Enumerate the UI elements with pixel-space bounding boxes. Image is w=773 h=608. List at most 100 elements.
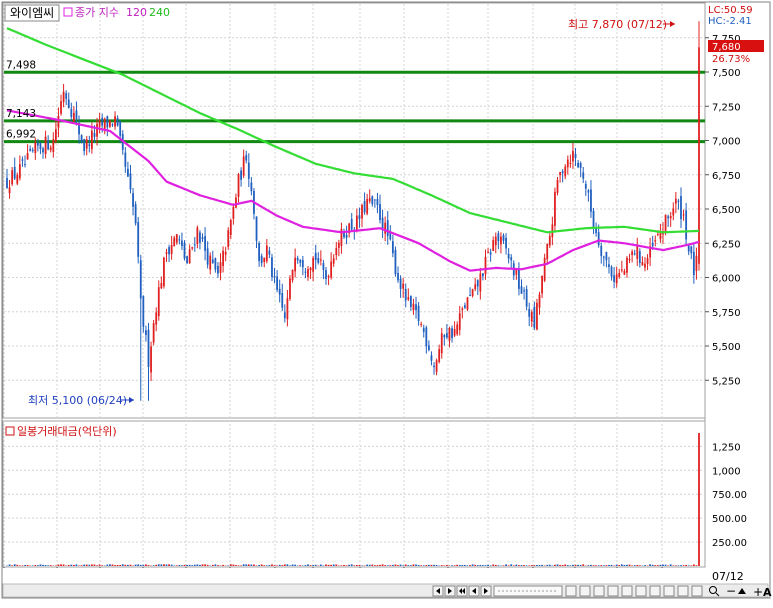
volume-bar — [451, 565, 453, 566]
volume-bar — [173, 565, 175, 566]
chart-background — [0, 0, 773, 604]
volume-bar — [240, 565, 242, 566]
horizontal-line-label: 6,992 — [6, 129, 36, 141]
candle-body — [117, 118, 119, 126]
volume-bar — [310, 565, 312, 566]
volume-bar — [73, 565, 75, 566]
toolbar-button-5[interactable] — [622, 586, 632, 596]
volume-bar — [549, 565, 551, 566]
candle-body — [657, 234, 659, 235]
volume-bar — [441, 565, 443, 566]
volume-bar — [546, 565, 548, 566]
candle-body — [63, 92, 65, 103]
candle-body — [369, 198, 371, 201]
volume-bar — [168, 564, 170, 566]
volume-bar — [533, 565, 535, 566]
volume-bar — [382, 564, 384, 566]
candle-body — [99, 120, 101, 127]
candle-body — [479, 273, 481, 291]
candle-body — [521, 286, 523, 294]
volume-bar — [289, 565, 291, 566]
candle-body — [567, 160, 569, 168]
volume-bar — [557, 564, 559, 566]
candle-body — [346, 235, 348, 238]
volume-bar — [639, 565, 641, 566]
candle-body — [302, 260, 304, 267]
candle-body — [132, 193, 134, 207]
candle-body — [330, 262, 332, 278]
volume-bar — [96, 565, 98, 566]
volume-bar — [40, 564, 42, 566]
candle-body — [533, 307, 535, 328]
candle-body — [37, 143, 39, 146]
candle-body — [371, 196, 373, 204]
candle-body — [559, 172, 561, 175]
volume-bar — [536, 565, 538, 566]
candle-body — [240, 171, 242, 180]
candle-body — [217, 266, 219, 274]
auto-scale-button[interactable]: A — [763, 586, 772, 599]
candle-body — [189, 249, 191, 263]
candle-body — [531, 312, 533, 321]
toolbar-button-4[interactable] — [608, 586, 618, 596]
candle-body — [629, 259, 631, 260]
volume-bar — [467, 565, 469, 566]
candle-body — [6, 178, 8, 188]
candle-body — [464, 305, 466, 307]
toolbar-button-3[interactable] — [594, 586, 604, 596]
candle-body — [482, 273, 484, 276]
volume-bar — [253, 565, 255, 566]
candle-body — [109, 120, 111, 126]
volume-bar — [539, 565, 541, 566]
candle-body — [135, 204, 137, 223]
toolbar-button-6[interactable] — [636, 586, 646, 596]
candle-body — [88, 144, 90, 146]
candle-body — [639, 251, 641, 263]
volume-bar — [523, 565, 525, 566]
candle-body — [518, 270, 520, 289]
toolbar-button-1[interactable] — [566, 586, 576, 596]
candle-body — [397, 273, 399, 280]
price-tick-label: 6,000 — [712, 274, 741, 285]
volume-bar — [178, 565, 180, 566]
candle-body — [667, 216, 669, 218]
ma240-legend-label: 240 — [149, 6, 170, 19]
volume-bar — [47, 565, 49, 566]
volume-bar — [580, 565, 582, 566]
toolbar-button-10[interactable] — [692, 586, 702, 596]
volume-bar — [428, 565, 430, 566]
toolbar-button-7[interactable] — [650, 586, 660, 596]
zoom-out-button[interactable]: − — [726, 584, 736, 598]
volume-bar — [387, 565, 389, 566]
volume-bar — [366, 565, 368, 566]
volume-bar — [600, 565, 602, 566]
toolbar-button-8[interactable] — [664, 586, 674, 596]
toolbar-button-9[interactable] — [678, 586, 688, 596]
candle-body — [670, 216, 672, 218]
candle-body — [497, 233, 499, 241]
volume-bar — [629, 565, 631, 566]
candle-body — [487, 252, 489, 253]
candle-body — [374, 199, 376, 200]
toolbar-button-2[interactable] — [580, 586, 590, 596]
volume-bar — [37, 565, 39, 566]
candle-body — [271, 257, 273, 277]
candle-body — [598, 232, 600, 245]
volume-bar — [45, 565, 47, 566]
volume-bar — [590, 565, 592, 566]
volume-bar — [616, 565, 618, 566]
candle-body — [181, 241, 183, 247]
volume-bar — [243, 564, 245, 566]
volume-bar — [166, 564, 168, 566]
candle-body — [485, 257, 487, 274]
zoom-in-button[interactable]: + — [753, 585, 763, 599]
volume-bar — [148, 565, 150, 566]
volume-bar — [680, 565, 682, 566]
volume-bar — [649, 564, 651, 566]
candle-body — [436, 360, 438, 372]
candle-body — [433, 366, 435, 367]
volume-bar — [657, 565, 659, 566]
volume-bar — [356, 565, 358, 566]
volume-bar — [505, 564, 507, 566]
volume-bar — [528, 565, 530, 566]
